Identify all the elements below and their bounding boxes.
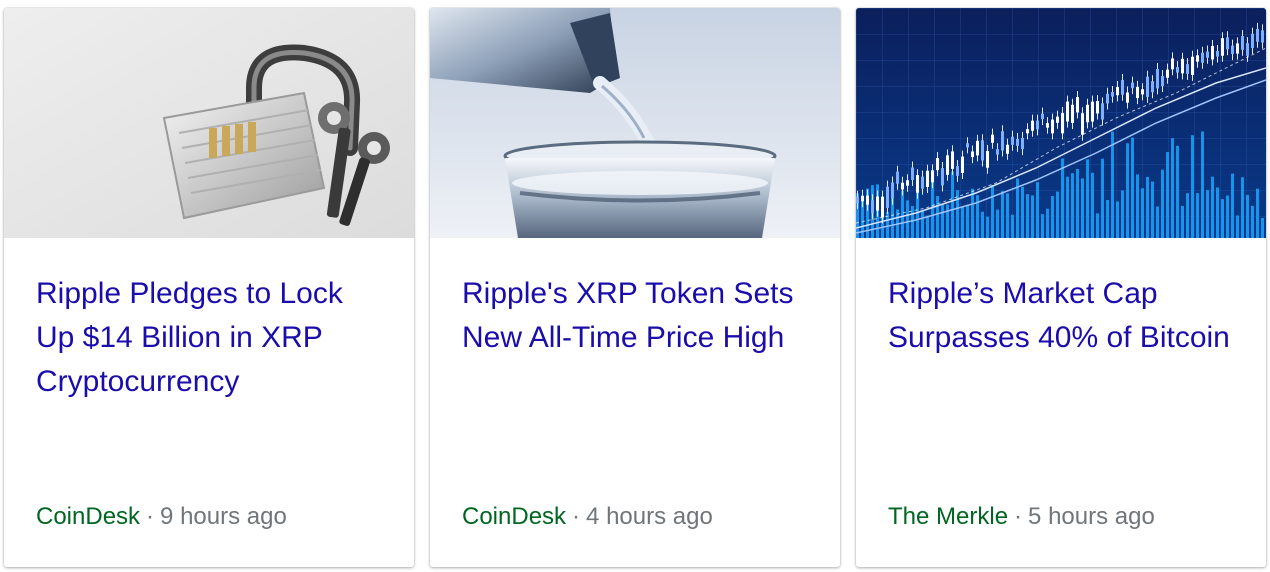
card-thumbnail-water[interactable] xyxy=(430,8,840,238)
article-meta: CoinDesk · 4 hours ago xyxy=(462,501,713,533)
separator-dot: · xyxy=(572,503,581,530)
article-meta: The Merkle · 5 hours ago xyxy=(888,501,1155,533)
article-title-link[interactable]: Ripple’s Market Cap Surpasses 40% of Bit… xyxy=(888,272,1238,360)
news-card[interactable]: Ripple’s Market Cap Surpasses 40% of Bit… xyxy=(856,8,1266,567)
card-thumbnail-stock-chart[interactable] xyxy=(856,8,1266,238)
published-time: 9 hours ago xyxy=(160,503,287,530)
news-card[interactable]: Ripple's XRP Token Sets New All-Time Pri… xyxy=(430,8,840,567)
card-thumbnail-padlock[interactable] xyxy=(4,8,414,238)
published-time: 5 hours ago xyxy=(1028,503,1155,530)
source-name: CoinDesk xyxy=(462,503,567,530)
separator-dot: · xyxy=(1014,503,1023,530)
news-card[interactable]: Ripple Pledges to Lock Up $14 Billion in… xyxy=(4,8,414,567)
source-name: CoinDesk xyxy=(36,503,141,530)
article-meta: CoinDesk · 9 hours ago xyxy=(36,501,287,533)
separator-dot: · xyxy=(146,503,155,530)
news-cards-row: Ripple Pledges to Lock Up $14 Billion in… xyxy=(0,0,1270,572)
published-time: 4 hours ago xyxy=(586,503,713,530)
article-title-link[interactable]: Ripple's XRP Token Sets New All-Time Pri… xyxy=(462,272,812,360)
article-title-link[interactable]: Ripple Pledges to Lock Up $14 Billion in… xyxy=(36,272,386,404)
source-name: The Merkle xyxy=(888,503,1009,530)
